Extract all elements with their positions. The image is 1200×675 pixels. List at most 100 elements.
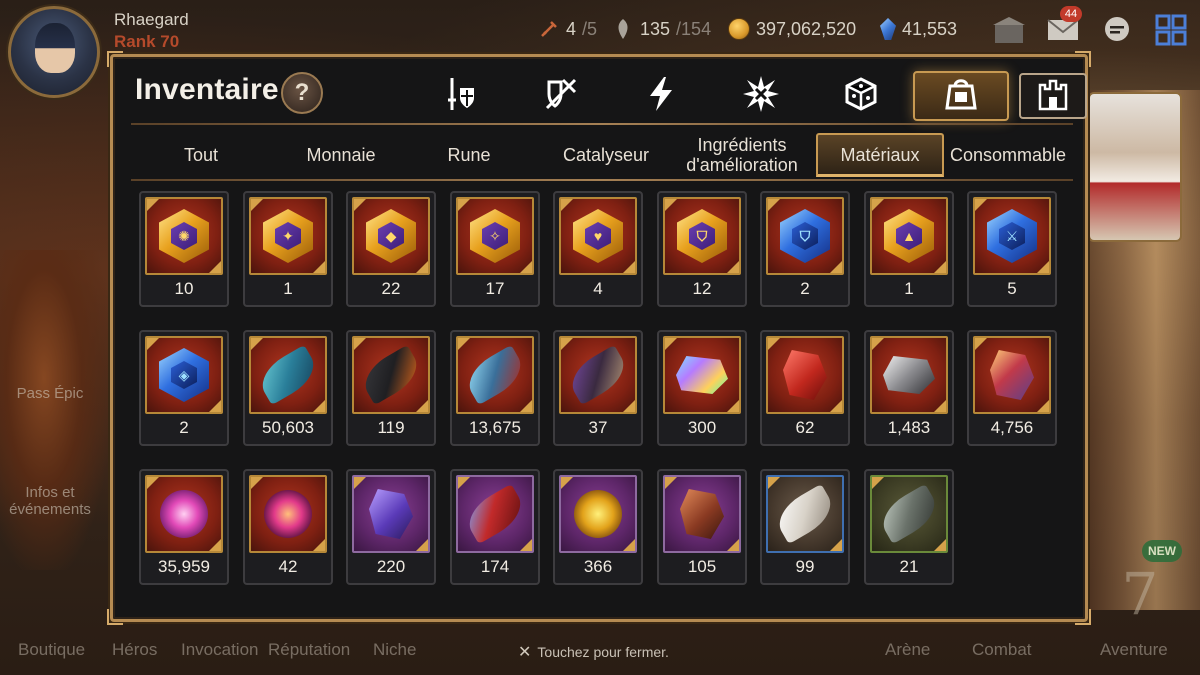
pass-epic-label[interactable]: Pass Épic (4, 385, 96, 402)
dice-icon (843, 76, 879, 117)
mail-icon[interactable]: 44 (1042, 6, 1084, 50)
nav-heroes[interactable]: Héros (112, 640, 157, 660)
item-art (665, 477, 739, 551)
inventory-slot[interactable]: ⛉ 12 (657, 191, 747, 307)
inventory-slot[interactable]: 220 (346, 469, 436, 585)
item-art: ✧ (458, 199, 532, 273)
item-frame: ✺ (145, 197, 223, 275)
hero-portrait[interactable] (1088, 92, 1182, 242)
gold-resource[interactable]: 397,062,520 (728, 14, 856, 44)
inventory-slot[interactable]: ♥ 4 (553, 191, 643, 307)
header-divider (131, 123, 1073, 125)
filter-tab-materials[interactable]: Matériaux (816, 133, 944, 177)
filter-tab-all[interactable]: Tout (141, 133, 261, 177)
item-art (354, 477, 428, 551)
energy-icon (612, 18, 634, 40)
rune-glyph-icon: ▲ (902, 228, 916, 244)
inventory-slot[interactable]: 13,675 (450, 330, 540, 446)
item-quantity: 17 (485, 279, 505, 298)
item-quantity: 300 (687, 418, 717, 437)
inventory-slot[interactable]: 4,756 (967, 330, 1057, 446)
inventory-slot[interactable]: 1,483 (864, 330, 954, 446)
item-frame (663, 336, 741, 414)
tab-castle[interactable] (1019, 73, 1087, 119)
inventory-slot[interactable]: 99 (760, 469, 850, 585)
menu-grid-icon[interactable] (1150, 10, 1192, 50)
inventory-slot[interactable]: ◆ 22 (346, 191, 436, 307)
inventory-slot[interactable]: 37 (553, 330, 643, 446)
rune-glyph-icon: ✦ (282, 227, 294, 244)
nav-combat[interactable]: Combat (972, 640, 1032, 660)
inventory-slot[interactable]: 366 (553, 469, 643, 585)
player-avatar[interactable] (8, 6, 100, 98)
item-art (561, 338, 635, 412)
nav-adventure[interactable]: Aventure (1100, 640, 1168, 660)
inventory-slot[interactable]: 174 (450, 469, 540, 585)
gem-value: 41,553 (902, 18, 958, 39)
item-quantity: 50,603 (262, 418, 314, 437)
inventory-slot[interactable]: ✧ 17 (450, 191, 540, 307)
close-hint[interactable]: ✕ Touchez pour fermer. (518, 642, 669, 662)
rune-glyph-icon: ✺ (178, 227, 190, 244)
nav-reputation[interactable]: Réputation (268, 640, 350, 660)
nav-arena[interactable]: Arène (885, 640, 930, 660)
item-art (147, 477, 221, 551)
lightning-icon (646, 76, 676, 117)
energy-resource[interactable]: 135/154 (612, 14, 711, 44)
inventory-slot[interactable]: 105 (657, 469, 747, 585)
swirl-gold-icon (574, 490, 622, 538)
shard-rust-icon (680, 489, 724, 539)
close-icon: ✕ (518, 644, 532, 661)
inventory-slot[interactable]: ✦ 1 (243, 191, 333, 307)
inventory-slot[interactable]: 50,603 (243, 330, 333, 446)
tab-dice[interactable] (813, 71, 909, 121)
stamina-max: /5 (582, 18, 598, 39)
filter-tab-upgrade-ingredients[interactable]: Ingrédients d'amélioration (677, 133, 807, 177)
tab-materials-bag[interactable] (913, 71, 1009, 121)
inventory-slot[interactable]: ✺ 10 (139, 191, 229, 307)
item-art: ✺ (147, 199, 221, 273)
tab-burst[interactable] (713, 71, 809, 121)
item-quantity: 35,959 (158, 557, 210, 576)
new-badge: NEW (1142, 540, 1182, 562)
inventory-slot[interactable]: 62 (760, 330, 850, 446)
chat-icon[interactable] (1096, 10, 1138, 50)
item-quantity: 99 (795, 557, 815, 576)
nav-shop[interactable]: Boutique (18, 640, 85, 660)
inventory-slot[interactable]: ▲ 1 (864, 191, 954, 307)
item-frame: ⛉ (766, 197, 844, 275)
inventory-slot[interactable]: ⚔ 5 (967, 191, 1057, 307)
frame-corner (107, 51, 123, 67)
inventory-slot[interactable]: ⛉ 2 (760, 191, 850, 307)
filter-tab-catalyst[interactable]: Catalyseur (541, 133, 671, 177)
nav-summon[interactable]: Invocation (181, 640, 259, 660)
frame-corner (107, 609, 123, 625)
claw-white-icon (770, 483, 840, 545)
item-frame: ▲ (870, 197, 948, 275)
filter-tab-consumable[interactable]: Consommable (943, 133, 1073, 177)
item-frame: ♥ (559, 197, 637, 275)
inventory-slot[interactable]: ◈ 2 (139, 330, 229, 446)
help-button[interactable]: ? (281, 72, 323, 114)
frame-corner (1075, 51, 1091, 67)
tab-skills[interactable] (613, 71, 709, 121)
inventory-slot[interactable]: 119 (346, 330, 436, 446)
gem-resource[interactable]: 41,553 (880, 14, 957, 44)
item-art (251, 477, 325, 551)
inventory-slot[interactable]: 42 (243, 469, 333, 585)
close-hint-text: Touchez pour fermer. (537, 644, 669, 660)
tab-equipment[interactable] (413, 71, 509, 121)
swirl-magenta-icon (264, 490, 312, 538)
inventory-slot[interactable]: 35,959 (139, 469, 229, 585)
inventory-slot[interactable]: 300 (657, 330, 747, 446)
nav-niche[interactable]: Niche (373, 640, 416, 660)
energy-max: /154 (676, 18, 712, 39)
tab-artifacts[interactable] (513, 71, 609, 121)
shop-icon[interactable] (988, 10, 1030, 50)
item-frame (249, 475, 327, 553)
events-label[interactable]: Infos et événements (4, 484, 96, 518)
stamina-resource[interactable]: 4/5 (538, 14, 597, 44)
filter-tab-currency[interactable]: Monnaie (281, 133, 401, 177)
inventory-slot[interactable]: 21 (864, 469, 954, 585)
filter-tab-rune[interactable]: Rune (409, 133, 529, 177)
